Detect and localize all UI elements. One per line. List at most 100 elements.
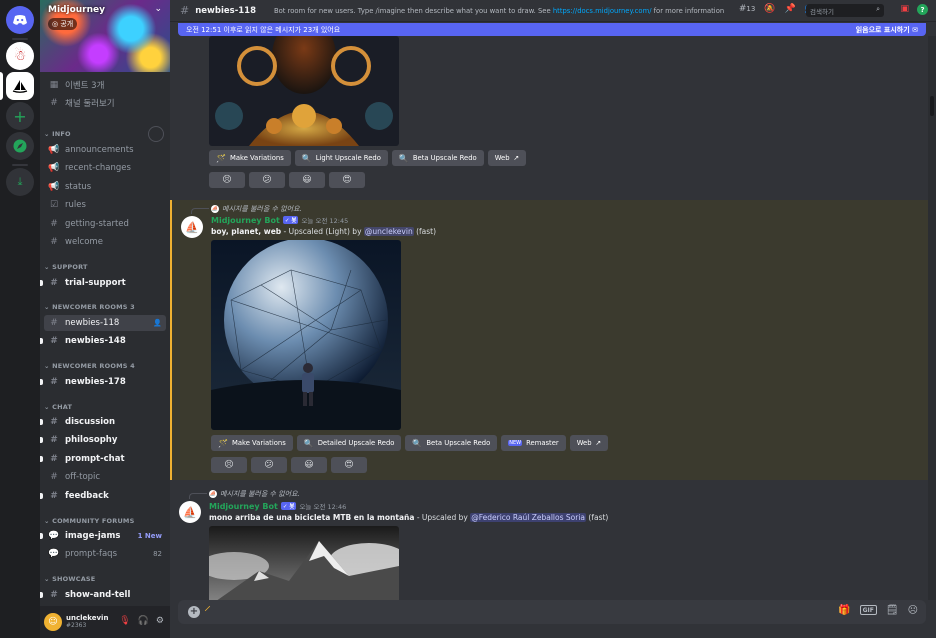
sidebar-item-image-jams[interactable]: 💬 image-jams 1 New (40, 528, 166, 544)
sidebar-item-discussion[interactable]: # discussion (40, 414, 166, 430)
action-button-row: 🪄 Make Variations 🔍 Detailed Upscale Redo … (211, 435, 609, 451)
reaction-heart-eyes[interactable]: 😍 (329, 172, 365, 188)
message-content: boy, planet, web - Upscaled (Light) by @… (211, 227, 436, 236)
reaction-confused[interactable]: 😕 (249, 172, 285, 188)
category-newcomer-rooms-3[interactable]: ⌄ NEWCOMER ROOMS 3 (44, 303, 135, 311)
detailed-upscale-redo-button[interactable]: 🔍 Detailed Upscale Redo (296, 435, 402, 451)
reply-reference[interactable]: ⛵ 메시지를 불러올 수 없어요. (189, 489, 300, 499)
help-icon[interactable]: ? (917, 4, 928, 15)
sidebar-item-off-topic[interactable]: # off-topic (44, 469, 166, 485)
light-upscale-redo-button[interactable]: 🔍 Light Upscale Redo (294, 150, 388, 166)
avatar[interactable]: ☺ (44, 613, 62, 631)
sidebar-item-trial-support[interactable]: # trial-support (40, 275, 166, 291)
add-attachment-button[interactable]: + (188, 606, 200, 618)
sidebar-item-show-and-tell[interactable]: # show-and-tell (40, 587, 166, 603)
gif-icon[interactable]: GIF (859, 605, 877, 615)
sidebar-item-events[interactable]: ▦ 이벤트 3개 (44, 77, 166, 93)
category-info[interactable]: ⌄ INFO (44, 130, 71, 138)
download-icon[interactable]: ⤓ (6, 168, 34, 196)
generated-image[interactable] (209, 526, 399, 600)
post-count-badge: 82 (153, 550, 162, 558)
discord-home-icon[interactable] (6, 6, 34, 34)
generated-image[interactable] (209, 36, 399, 146)
reaction-confused[interactable]: 😕 (251, 457, 287, 473)
sidebar-item-browse-channels[interactable]: # 채널 둘러보기 (44, 95, 166, 111)
message-composer[interactable]: + ⸝ 🎁 GIF 🗒 ☹ (178, 598, 926, 624)
server-banner[interactable]: Midjourney ◎ 공개 ⌄ (40, 0, 170, 72)
beta-upscale-redo-button[interactable]: 🔍 Beta Upscale Redo (391, 150, 484, 166)
category-chat[interactable]: ⌄ CHAT (44, 403, 72, 411)
mute-microphone-icon[interactable]: 🎙 (119, 616, 130, 626)
gear-icon[interactable]: ⚙ (156, 616, 164, 626)
scrollbar-thumb[interactable] (930, 96, 934, 116)
reaction-heart-eyes[interactable]: 😍 (331, 457, 367, 473)
message-author[interactable]: Midjourney Bot ✓ 봇 오늘 오전 12:45 (211, 215, 348, 226)
reaction-persevering[interactable]: 😣 (211, 457, 247, 473)
category-label: NEWCOMER ROOMS 4 (52, 362, 135, 370)
pin-icon[interactable]: 📌 (785, 4, 796, 14)
sidebar-item-welcome[interactable]: # welcome (44, 234, 166, 250)
reaction-smile[interactable]: 😃 (291, 457, 327, 473)
sidebar-item-prompt-faqs[interactable]: 💬 prompt-faqs 82 (44, 546, 166, 562)
beta-upscale-redo-button[interactable]: 🔍 Beta Upscale Redo (405, 435, 498, 451)
category-community-forums[interactable]: ⌄ COMMUNITY FORUMS (44, 517, 134, 525)
ghost-server-icon[interactable]: ☃ (6, 42, 34, 70)
sparkle-cursor-icon: ⸝ (204, 598, 211, 614)
make-variations-button[interactable]: 🪄 Make Variations (211, 435, 293, 451)
channel-header: # newbies-118 Bot room for new users. Ty… (170, 0, 936, 22)
message-content: mono arriba de una bicicleta MTB en la m… (209, 513, 608, 522)
message-author[interactable]: Midjourney Bot ✓ 봇 오늘 오전 12:46 (209, 501, 346, 512)
make-variations-button[interactable]: 🪄 Make Variations (209, 150, 291, 166)
avatar[interactable]: ⛵ (179, 501, 201, 523)
gift-icon[interactable]: 🎁 (838, 605, 850, 616)
sidebar-item-status[interactable]: 📢 status (44, 179, 166, 195)
hash-icon: # (50, 219, 58, 229)
explore-icon[interactable] (6, 132, 34, 160)
sidebar-item-recent-changes[interactable]: 📢 recent-changes (44, 160, 166, 176)
category-newcomer-rooms-4[interactable]: ⌄ NEWCOMER ROOMS 4 (44, 362, 135, 370)
topic-link[interactable]: https://docs.midjourney.com/ (553, 7, 652, 15)
channel-topic[interactable]: Bot room for new users. Type /imagine th… (274, 7, 724, 15)
category-support[interactable]: ⌄ SUPPORT (44, 263, 88, 271)
sidebar-item-announcements[interactable]: 📢 announcements (44, 142, 166, 158)
search-input[interactable]: 검색하기 ⌕ (806, 4, 884, 17)
message-scrollbar[interactable] (928, 36, 936, 600)
sidebar-item-feedback[interactable]: # feedback (40, 488, 166, 504)
remaster-button[interactable]: NEW Remaster (501, 435, 566, 451)
inbox-icon[interactable]: ▣ (900, 4, 909, 15)
reply-connector (191, 208, 209, 214)
channel-name: trial-support (65, 278, 126, 288)
user-mention[interactable]: @Federico Raúl Zeballos Soria (470, 513, 587, 522)
user-info[interactable]: unclekevin #2363 (66, 614, 108, 629)
sidebar-item-getting-started[interactable]: # getting-started (44, 216, 166, 232)
mark-as-read-button[interactable]: 읽음으로 표시하기 ✉ (856, 25, 918, 35)
web-button[interactable]: Web ↗ (569, 435, 609, 451)
sidebar-item-prompt-chat[interactable]: # prompt-chat (40, 451, 166, 467)
chevron-down-icon[interactable]: ⌄ (154, 4, 162, 14)
emoji-icon[interactable]: ☹ (908, 605, 918, 616)
sidebar-item-newbies-118[interactable]: # newbies-118 👤 (44, 315, 166, 331)
reply-reference[interactable]: ⛵ 메시지를 불러올 수 없어요. (191, 204, 302, 214)
unread-messages-bar[interactable]: 오전 12:51 이후로 읽지 않은 메시지가 23개 있어요 읽음으로 표시하… (178, 23, 926, 36)
channel-name: discussion (65, 417, 116, 427)
reaction-persevering[interactable]: 😣 (209, 172, 245, 188)
headphones-icon[interactable]: 🎧 (138, 616, 149, 626)
sidebar-item-newbies-148[interactable]: # newbies-148 (40, 333, 166, 349)
notification-muted-icon[interactable]: 🔕 (764, 4, 775, 14)
add-server-icon[interactable]: + (6, 102, 34, 130)
sidebar-item-newbies-178[interactable]: # newbies-178 (40, 374, 166, 390)
midjourney-server-icon[interactable] (6, 72, 34, 100)
hash-icon: # (50, 491, 58, 501)
threads-icon[interactable]: #13 (739, 4, 755, 14)
sticker-icon[interactable]: 🗒 (886, 605, 899, 616)
web-button[interactable]: Web ↗ (487, 150, 527, 166)
reaction-smile[interactable]: 😃 (289, 172, 325, 188)
sidebar-item-philosophy[interactable]: # philosophy (40, 432, 166, 448)
generated-image[interactable] (211, 240, 401, 430)
avatar[interactable]: ⛵ (181, 216, 203, 238)
user-mention[interactable]: @unclekevin (363, 227, 414, 236)
header-icons: #13 🔕 📌 👥 (739, 4, 816, 14)
category-showcase[interactable]: ⌄ SHOWCASE (44, 575, 95, 583)
invite-user-icon[interactable]: 👤 (153, 319, 162, 327)
sidebar-item-rules[interactable]: ☑ rules (44, 197, 166, 213)
